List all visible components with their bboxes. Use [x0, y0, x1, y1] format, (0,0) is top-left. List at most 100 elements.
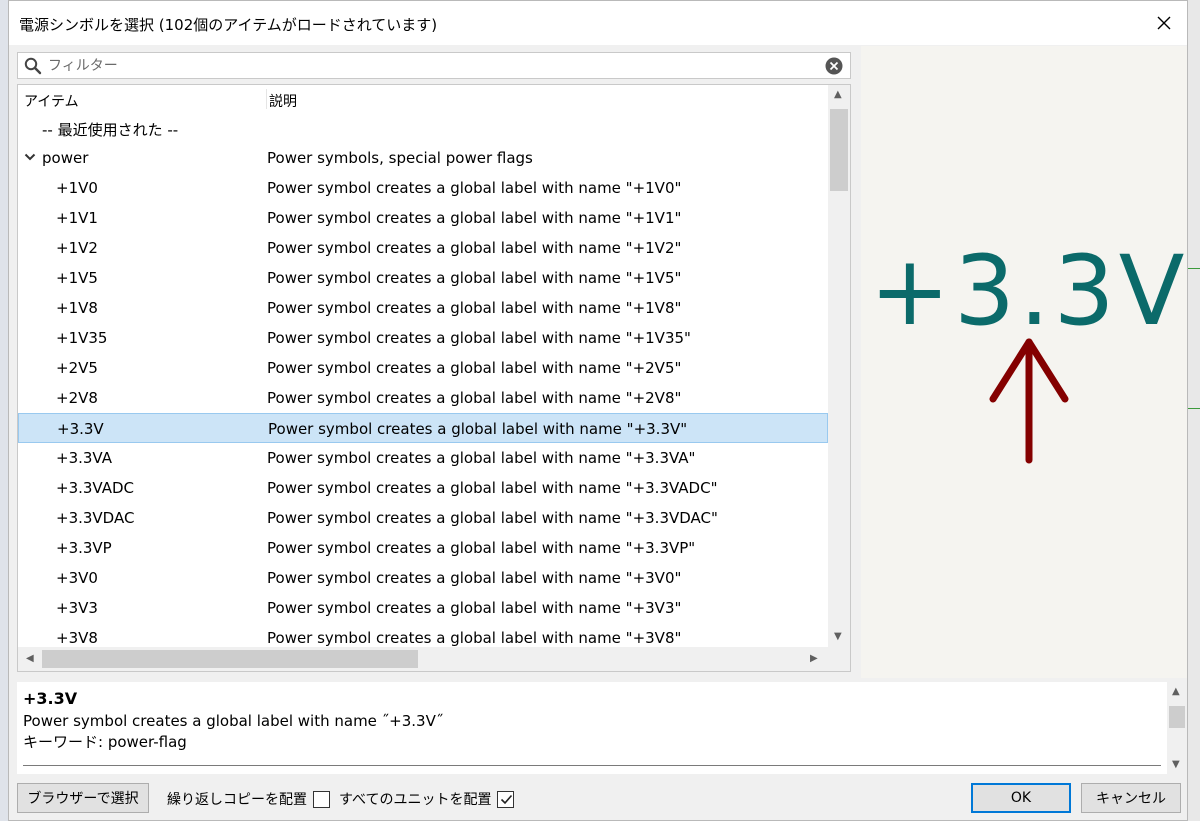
symbol-row[interactable]: +3.3VADC Power symbol creates a global la…	[18, 473, 828, 503]
symbol-name: +1V1	[56, 209, 98, 227]
symbol-preview-canvas: +3.3V	[870, 235, 1187, 464]
dialog-title: 電源シンボルを選択 (102個のアイテムがロードされています)	[19, 16, 438, 34]
symbol-name: +3V8	[56, 629, 98, 647]
symbol-rows: +1V0 Power symbol creates a global label …	[18, 173, 828, 647]
symbol-description: Power symbol creates a global label with…	[267, 629, 682, 647]
clear-filter-icon[interactable]	[825, 57, 843, 75]
symbol-row[interactable]: +1V2 Power symbol creates a global label …	[18, 233, 828, 263]
symbol-row[interactable]: +3V8 Power symbol creates a global label …	[18, 623, 828, 647]
info-scroll-thumb[interactable]	[1169, 706, 1185, 728]
symbol-row[interactable]: +1V8 Power symbol creates a global label …	[18, 293, 828, 323]
repeat-copy-checkbox[interactable]	[313, 790, 330, 808]
symbol-row[interactable]: +3.3VDAC Power symbol creates a global la…	[18, 503, 828, 533]
group-row-power[interactable]: power Power symbols, special power flags	[18, 143, 828, 173]
filter-box	[17, 52, 851, 79]
symbol-row[interactable]: +2V5 Power symbol creates a global label …	[18, 353, 828, 383]
symbol-row[interactable]: +3.3VA Power symbol creates a global labe…	[18, 443, 828, 473]
background-wire	[1188, 268, 1200, 269]
list-horizontal-scroll-thumb[interactable]	[42, 650, 418, 668]
column-header-item[interactable]: アイテム	[24, 91, 79, 111]
background-app-edge-left	[0, 0, 8, 821]
symbol-row[interactable]: +3.3V Power symbol creates a global label…	[18, 413, 828, 443]
ok-button[interactable]: OK	[971, 783, 1071, 813]
symbol-description: Power symbol creates a global label with…	[267, 239, 682, 257]
info-vertical-scrollbar[interactable]: ▲ ▼	[1167, 682, 1187, 774]
cancel-button[interactable]: キャンセル	[1081, 783, 1181, 813]
symbol-row[interactable]: +1V5 Power symbol creates a global label …	[18, 263, 828, 293]
recent-label: -- 最近使用された --	[42, 121, 179, 139]
symbol-preview: +3.3V	[861, 46, 1187, 678]
list-horizontal-scrollbar[interactable]: ◀ ▶	[18, 647, 850, 671]
column-divider[interactable]	[266, 89, 267, 109]
scroll-up-icon[interactable]: ▲	[1172, 686, 1180, 697]
all-units-option[interactable]: すべてのユニットを配置	[339, 789, 515, 809]
symbol-row[interactable]: +1V35 Power symbol creates a global label…	[18, 323, 828, 353]
symbol-description: Power symbol creates a global label with…	[268, 420, 688, 438]
repeat-copy-label: 繰り返しコピーを配置	[167, 792, 307, 808]
symbol-name: +2V8	[56, 389, 98, 407]
info-keywords: キーワード: power-flag	[23, 733, 187, 751]
all-units-label: すべてのユニットを配置	[339, 792, 492, 808]
preview-net-label: +3.3V	[870, 235, 1187, 347]
symbol-chooser-dialog: 電源シンボルを選択 (102個のアイテムがロードされています) アイテム 説明 …	[8, 0, 1188, 821]
symbol-row[interactable]: +3V0 Power symbol creates a global label …	[18, 563, 828, 593]
list-vertical-scrollbar[interactable]: ▲ ▼	[828, 85, 850, 647]
list-rows: -- 最近使用された -- power Power symbols, speci…	[18, 113, 828, 647]
search-icon	[24, 57, 42, 75]
symbol-name: +3.3VP	[56, 539, 112, 557]
checkmark-icon	[501, 794, 513, 804]
symbol-list: アイテム 説明 -- 最近使用された -- power Power symbol…	[17, 84, 851, 672]
list-vertical-scroll-thumb[interactable]	[830, 109, 848, 191]
scroll-down-icon[interactable]: ▼	[1172, 759, 1180, 770]
power-arrow-icon	[989, 338, 1069, 464]
scroll-left-icon[interactable]: ◀	[26, 653, 34, 664]
symbol-info-panel: +3.3V Power symbol creates a global labe…	[17, 682, 1187, 774]
scroll-right-icon[interactable]: ▶	[810, 653, 818, 664]
background-app-edge-right	[1188, 0, 1200, 821]
symbol-row[interactable]: +1V0 Power symbol creates a global label …	[18, 173, 828, 203]
symbol-name: +3V0	[56, 569, 98, 587]
symbol-name: +1V0	[56, 179, 98, 197]
symbol-description: Power symbol creates a global label with…	[267, 389, 682, 407]
symbol-row[interactable]: +2V8 Power symbol creates a global label …	[18, 383, 828, 413]
symbol-description: Power symbol creates a global label with…	[267, 209, 682, 227]
recent-group-row[interactable]: -- 最近使用された --	[18, 113, 828, 143]
symbol-description: Power symbol creates a global label with…	[267, 449, 696, 467]
symbol-name: +3.3VA	[56, 449, 112, 467]
symbol-name: +1V5	[56, 269, 98, 287]
symbol-name: +1V35	[56, 329, 108, 347]
chevron-down-icon[interactable]	[24, 152, 36, 162]
browse-button[interactable]: ブラウザーで選択	[17, 783, 149, 813]
symbol-row[interactable]: +3.3VP Power symbol creates a global labe…	[18, 533, 828, 563]
symbol-row[interactable]: +1V1 Power symbol creates a global label …	[18, 203, 828, 233]
column-header-description[interactable]: 説明	[269, 91, 297, 111]
group-description: Power symbols, special power flags	[267, 149, 533, 167]
symbol-description: Power symbol creates a global label with…	[267, 509, 718, 527]
symbol-description: Power symbol creates a global label with…	[267, 599, 682, 617]
info-symbol-description: Power symbol creates a global label with…	[23, 712, 444, 730]
info-symbol-name: +3.3V	[23, 689, 78, 708]
symbol-name: +3V3	[56, 599, 98, 617]
info-divider	[23, 765, 1161, 766]
close-button[interactable]	[1141, 1, 1187, 45]
list-header: アイテム 説明	[18, 85, 828, 113]
title-bar: 電源シンボルを選択 (102個のアイテムがロードされています)	[9, 1, 1187, 45]
symbol-name: +2V5	[56, 359, 98, 377]
symbol-name: +3.3VDAC	[56, 509, 135, 527]
symbol-description: Power symbol creates a global label with…	[267, 359, 682, 377]
symbol-name: +3.3VADC	[56, 479, 135, 497]
symbol-description: Power symbol creates a global label with…	[267, 569, 682, 587]
close-icon	[1157, 16, 1171, 30]
scroll-up-icon[interactable]: ▲	[834, 89, 842, 100]
group-name: power	[42, 149, 89, 167]
symbol-name: +3.3V	[57, 420, 104, 438]
all-units-checkbox[interactable]	[497, 790, 515, 808]
filter-input[interactable]	[48, 55, 818, 77]
symbol-description: Power symbol creates a global label with…	[267, 539, 696, 557]
background-wire	[1188, 408, 1200, 409]
symbol-description: Power symbol creates a global label with…	[267, 179, 682, 197]
symbol-row[interactable]: +3V3 Power symbol creates a global label …	[18, 593, 828, 623]
repeat-copy-option[interactable]: 繰り返しコピーを配置	[167, 789, 330, 809]
scroll-down-icon[interactable]: ▼	[834, 631, 842, 642]
symbol-description: Power symbol creates a global label with…	[267, 329, 691, 347]
